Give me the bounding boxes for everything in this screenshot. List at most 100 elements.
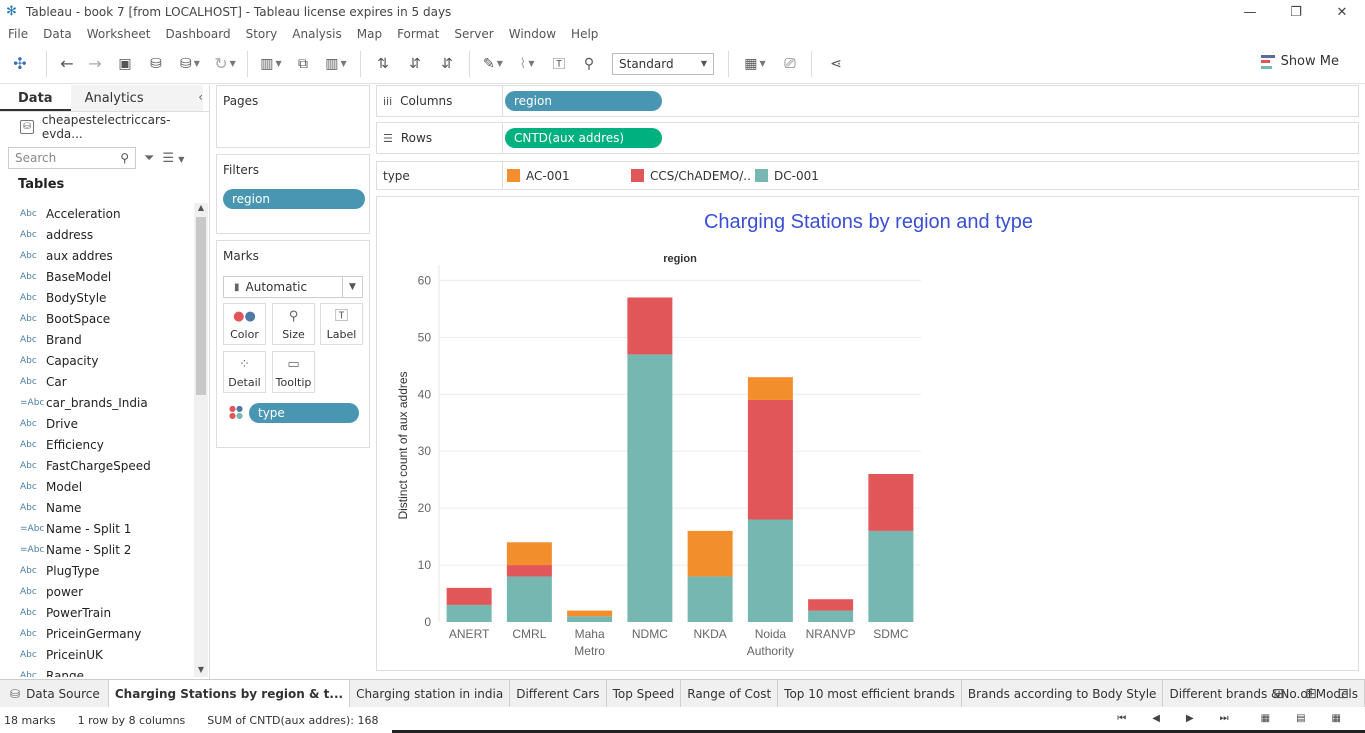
- sheet-tab[interactable]: Brands according to Body Style: [962, 679, 1164, 708]
- share-icon[interactable]: ⋖: [818, 50, 854, 78]
- new-datasource-icon[interactable]: ⛁: [141, 50, 171, 78]
- sheet-tab[interactable]: Range of Cost: [681, 679, 779, 708]
- color-button[interactable]: ●● Color: [223, 303, 266, 345]
- field-list-scrollbar[interactable]: ▲ ▼: [194, 203, 208, 677]
- next-sheet-icon[interactable]: ▶: [1186, 713, 1194, 724]
- minimize-button[interactable]: —: [1227, 0, 1273, 24]
- size-button[interactable]: ⚲ Size: [272, 303, 315, 345]
- scrollbar-thumb[interactable]: [196, 217, 206, 395]
- sheet-tab[interactable]: Charging station in india: [350, 679, 511, 708]
- undo-icon[interactable]: ←: [53, 50, 81, 78]
- field-item[interactable]: Abc Acceleration: [0, 203, 194, 224]
- prev-sheet-icon[interactable]: ◀: [1152, 713, 1160, 724]
- menu-data[interactable]: Data: [35, 27, 79, 41]
- legend-item[interactable]: DC-001: [755, 169, 875, 183]
- field-item[interactable]: =Abc Name - Split 2: [0, 539, 194, 560]
- show-labels-icon[interactable]: 🅃: [544, 50, 574, 78]
- menu-worksheet[interactable]: Worksheet: [79, 27, 158, 41]
- show-sorter-icon[interactable]: ▦: [1332, 713, 1341, 724]
- field-item[interactable]: Abc power: [0, 581, 194, 602]
- legend-item[interactable]: CCS/ChADEMO/..: [631, 169, 751, 183]
- field-item[interactable]: Abc BaseModel: [0, 266, 194, 287]
- highlight-icon[interactable]: ✎ ▼: [476, 50, 510, 78]
- rows-shelf[interactable]: ☰ Rows CNTD(aux addres): [376, 122, 1359, 154]
- field-item[interactable]: =Abc Name - Split 1: [0, 518, 194, 539]
- field-item[interactable]: Abc PowerTrain: [0, 602, 194, 623]
- field-item[interactable]: Abc FastChargeSpeed: [0, 455, 194, 476]
- datasource-item[interactable]: ⛁ cheapestelectriccars-evda...: [0, 112, 209, 142]
- field-item[interactable]: Abc BodyStyle: [0, 287, 194, 308]
- restore-button[interactable]: ❐: [1273, 0, 1319, 24]
- sheet-tab[interactable]: Top 10 most efficient brands: [778, 679, 962, 708]
- sort-ascending-icon[interactable]: ⇵: [399, 50, 431, 78]
- field-item[interactable]: =Abc car_brands_India: [0, 392, 194, 413]
- tab-data[interactable]: Data: [0, 85, 71, 111]
- field-item[interactable]: Abc Car: [0, 371, 194, 392]
- menu-help[interactable]: Help: [563, 27, 605, 41]
- field-item[interactable]: Abc Model: [0, 476, 194, 497]
- sheet-tab[interactable]: Different Cars: [510, 679, 607, 708]
- tooltip-button[interactable]: ▭ Tooltip: [272, 351, 315, 393]
- mark-type-select[interactable]: ▮ Automatic ▼: [223, 276, 363, 298]
- field-item[interactable]: Abc BootSpace: [0, 308, 194, 329]
- field-item[interactable]: Abc Range: [0, 665, 194, 678]
- show-cards-icon[interactable]: ▦ ▼: [735, 50, 775, 78]
- menu-window[interactable]: Window: [501, 27, 563, 41]
- collapse-pane-icon[interactable]: ‹: [198, 90, 203, 104]
- filter-icon[interactable]: ⏷: [144, 151, 154, 166]
- label-button[interactable]: 🅃 Label: [320, 303, 363, 345]
- refresh-icon[interactable]: ↻ ▼: [209, 50, 241, 78]
- detail-button[interactable]: ⁘ Detail: [223, 351, 266, 393]
- scroll-down-icon[interactable]: ▼: [194, 665, 208, 677]
- field-item[interactable]: Abc Brand: [0, 329, 194, 350]
- new-dashboard-icon[interactable]: ⊞: [1295, 686, 1327, 702]
- field-item[interactable]: Abc Efficiency: [0, 434, 194, 455]
- new-worksheet-icon[interactable]: ▥ ▼: [254, 50, 288, 78]
- filter-pill-region[interactable]: region: [223, 189, 365, 209]
- show-sheet-tabs-icon[interactable]: ▤: [1296, 713, 1305, 724]
- search-input[interactable]: Search ⚲: [8, 147, 136, 169]
- rows-pill-cntd[interactable]: CNTD(aux addres): [505, 128, 662, 148]
- show-me-button[interactable]: Show Me: [1260, 54, 1339, 69]
- duplicate-sheet-icon[interactable]: ⧉: [288, 50, 318, 78]
- pages-card[interactable]: Pages: [216, 85, 370, 148]
- field-item[interactable]: Abc PriceinUK: [0, 644, 194, 665]
- filters-card[interactable]: Filters region: [216, 154, 370, 234]
- sheet-tab[interactable]: Charging Stations by region & t...: [108, 679, 351, 708]
- scroll-up-icon[interactable]: ▲: [194, 203, 208, 215]
- menu-server[interactable]: Server: [446, 27, 500, 41]
- first-sheet-icon[interactable]: ⏮: [1117, 713, 1126, 724]
- field-item[interactable]: Abc PriceinGermany: [0, 623, 194, 644]
- menu-dashboard[interactable]: Dashboard: [157, 27, 237, 41]
- new-story-icon[interactable]: ⊡: [1327, 686, 1359, 702]
- legend-item[interactable]: AC-001: [507, 169, 627, 183]
- menu-file[interactable]: File: [0, 27, 35, 41]
- field-item[interactable]: Abc Name: [0, 497, 194, 518]
- show-filmstrip-icon[interactable]: ▦: [1261, 713, 1270, 724]
- pause-updates-icon[interactable]: ⛁ ▼: [171, 50, 209, 78]
- redo-icon[interactable]: →: [81, 50, 109, 78]
- menu-map[interactable]: Map: [349, 27, 389, 41]
- field-item[interactable]: Abc PlugType: [0, 560, 194, 581]
- sheet-tab[interactable]: Top Speed: [607, 679, 682, 708]
- close-button[interactable]: ✕: [1319, 0, 1365, 24]
- field-item[interactable]: Abc Capacity: [0, 350, 194, 371]
- field-item[interactable]: Abc Drive: [0, 413, 194, 434]
- columns-pill-region[interactable]: region: [505, 91, 662, 111]
- last-sheet-icon[interactable]: ⏭: [1220, 713, 1229, 724]
- clear-sheet-icon[interactable]: ▥ ▼: [318, 50, 354, 78]
- tab-data-source[interactable]: ⛁ Data Source: [0, 679, 109, 708]
- color-pill-type[interactable]: type: [249, 403, 359, 423]
- menu-story[interactable]: Story: [238, 27, 285, 41]
- field-item[interactable]: Abc aux addres: [0, 245, 194, 266]
- tableau-home-icon[interactable]: ✣: [0, 50, 40, 78]
- tab-analytics[interactable]: Analytics: [70, 85, 203, 111]
- menu-analysis[interactable]: Analysis: [284, 27, 348, 41]
- swap-rows-columns-icon[interactable]: ⇅: [367, 50, 399, 78]
- fix-axes-icon[interactable]: ⚲: [574, 50, 604, 78]
- field-item[interactable]: Abc address: [0, 224, 194, 245]
- view-options-icon[interactable]: ☰ ▼: [162, 151, 184, 166]
- menu-format[interactable]: Format: [389, 27, 446, 41]
- columns-shelf[interactable]: iii Columns region: [376, 85, 1359, 117]
- sort-descending-icon[interactable]: ⇵: [431, 50, 463, 78]
